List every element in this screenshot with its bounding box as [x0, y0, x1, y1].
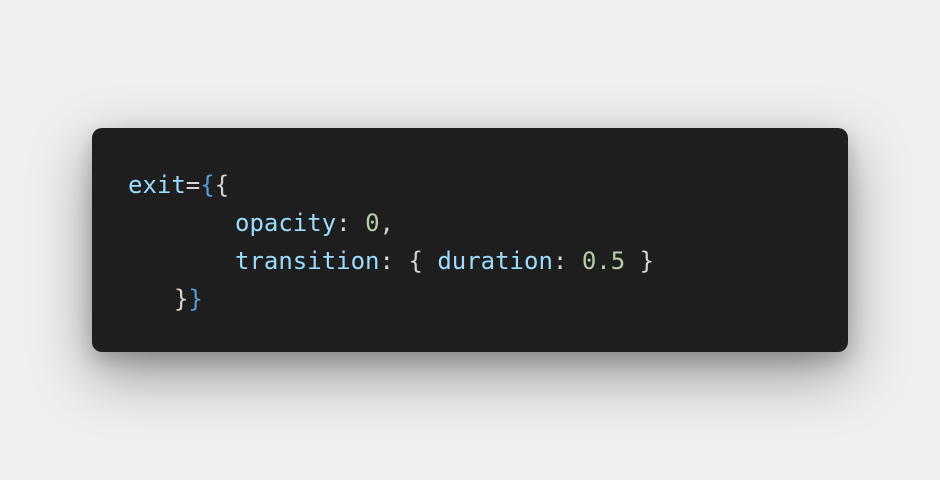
transition-close-brace: } [625, 247, 655, 275]
transition-colon: : [379, 247, 409, 275]
duration-value: 0.5 [581, 247, 626, 275]
code-line-4: }} [128, 280, 812, 318]
code-snippet-panel: exit={{ opacity: 0, transition: { durati… [92, 128, 848, 352]
duration-colon: : [552, 247, 582, 275]
object-open-brace: { [214, 171, 230, 199]
opacity-comma: , [379, 209, 394, 237]
code-line-3: transition: { duration: 0.5 } [128, 242, 812, 280]
opacity-key: opacity [235, 209, 337, 237]
code-line-1: exit={{ [128, 166, 812, 204]
jsx-open-brace: { [200, 171, 215, 199]
code-line-2: opacity: 0, [128, 204, 812, 242]
opacity-value: 0 [365, 209, 380, 237]
object-close-brace: } [174, 285, 189, 313]
opacity-colon: : [336, 209, 366, 237]
jsx-close-brace: } [188, 285, 203, 313]
exit-attribute: exit [128, 171, 186, 199]
transition-open-brace: { [408, 247, 438, 275]
equals-sign: = [185, 171, 201, 199]
transition-key: transition [235, 247, 380, 275]
duration-key: duration [437, 247, 553, 275]
